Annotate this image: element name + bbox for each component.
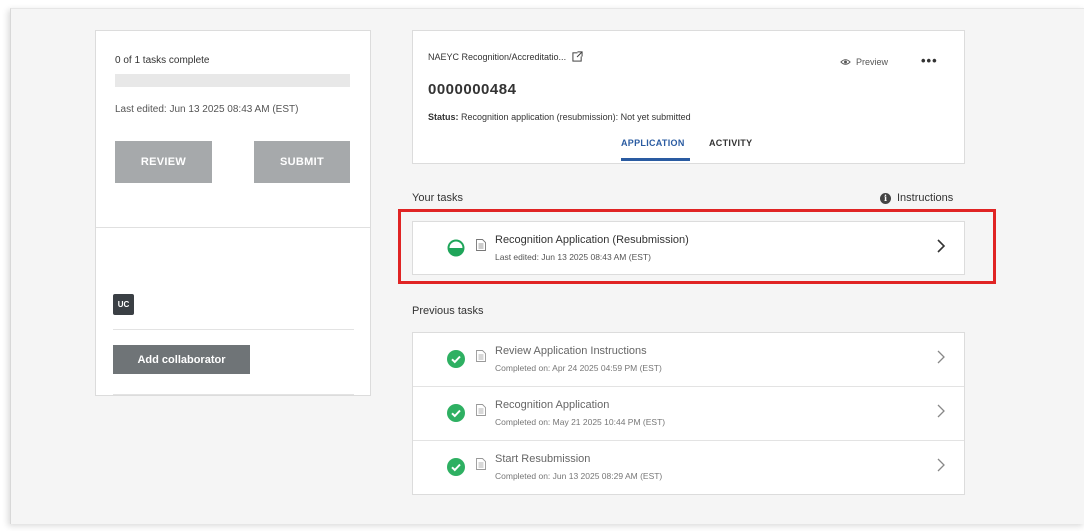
highlight-box <box>398 209 996 284</box>
active-tab-indicator <box>621 158 690 161</box>
external-link-icon[interactable] <box>572 51 584 62</box>
document-icon <box>476 350 486 362</box>
check-circle-icon <box>447 404 465 422</box>
instructions-link[interactable]: i Instructions <box>880 192 953 204</box>
org-name-link[interactable]: NAEYC Recognition/Accreditatio... <box>428 51 584 62</box>
task-title: Start Resubmission <box>495 453 591 465</box>
task-title: Review Application Instructions <box>495 345 647 357</box>
task-row-recognition-application[interactable]: Recognition Application Completed on: Ma… <box>413 387 964 439</box>
previous-tasks-heading: Previous tasks <box>412 305 484 317</box>
divider <box>96 227 370 228</box>
progress-text: 0 of 1 tasks complete <box>115 55 210 66</box>
task-subtitle: Completed on: Apr 24 2025 04:59 PM (EST) <box>495 363 662 373</box>
eye-icon <box>840 59 851 65</box>
chevron-right-icon[interactable] <box>936 349 946 365</box>
instructions-label[interactable]: Instructions <box>897 192 953 204</box>
application-header-card: NAEYC Recognition/Accreditatio... Previe… <box>412 30 965 164</box>
org-name[interactable]: NAEYC Recognition/Accreditatio... <box>428 52 566 62</box>
add-collaborator-button[interactable]: Add collaborator <box>113 345 250 374</box>
task-row-review-instructions[interactable]: Review Application Instructions Complete… <box>413 333 964 385</box>
application-id: 0000000484 <box>428 81 517 98</box>
collaborator-avatar[interactable]: UC <box>113 294 134 315</box>
task-title: Recognition Application <box>495 399 610 411</box>
divider <box>113 394 354 395</box>
task-row-start-resubmission[interactable]: Start Resubmission Completed on: Jun 13 … <box>413 441 964 493</box>
document-icon <box>476 404 486 416</box>
task-subtitle: Completed on: Jun 13 2025 08:29 AM (EST) <box>495 471 663 481</box>
tab-activity[interactable]: ACTIVITY <box>709 138 752 148</box>
last-edited-text: Last edited: Jun 13 2025 08:43 AM (EST) <box>115 104 299 115</box>
tab-application[interactable]: APPLICATION <box>621 138 685 148</box>
status-label: Status: <box>428 112 459 122</box>
submit-button[interactable]: SUBMIT <box>254 141 350 183</box>
left-panel: 0 of 1 tasks complete Last edited: Jun 1… <box>95 30 371 396</box>
review-button[interactable]: REVIEW <box>115 141 212 183</box>
preview-button[interactable]: Preview <box>840 57 888 67</box>
divider <box>113 329 354 330</box>
status-value: Recognition application (resubmission): … <box>461 112 691 122</box>
more-options-icon[interactable]: ••• <box>921 53 938 68</box>
check-circle-icon <box>447 458 465 476</box>
document-icon <box>476 458 486 470</box>
previous-tasks-list: Review Application Instructions Complete… <box>412 332 965 495</box>
info-icon: i <box>880 192 891 204</box>
preview-label: Preview <box>856 57 889 67</box>
progress-bar <box>115 74 350 87</box>
status-text: Status: Recognition application (resubmi… <box>428 112 691 122</box>
chevron-right-icon[interactable] <box>936 403 946 419</box>
chevron-right-icon[interactable] <box>936 457 946 473</box>
task-subtitle: Completed on: May 21 2025 10:44 PM (EST) <box>495 417 666 427</box>
your-tasks-heading: Your tasks <box>412 192 463 204</box>
check-circle-icon <box>447 350 465 368</box>
